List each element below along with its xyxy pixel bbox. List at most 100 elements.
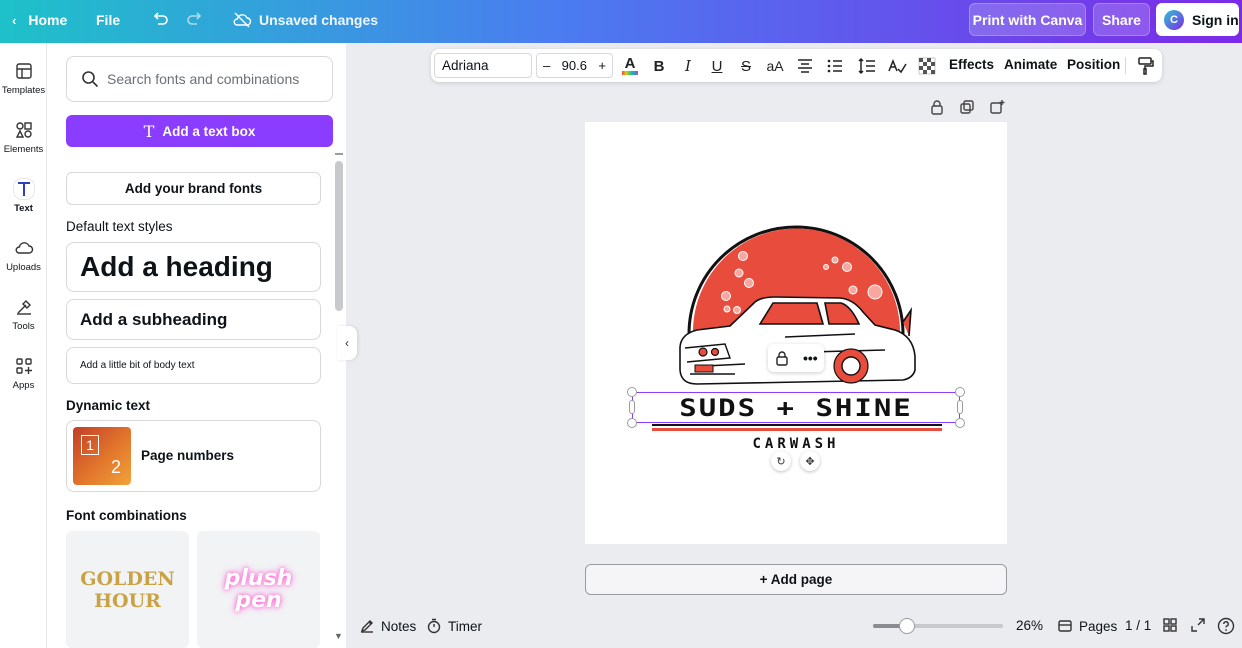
file-menu-button[interactable]: File — [96, 12, 120, 28]
font-size-decrease[interactable]: – — [543, 58, 550, 73]
page-numbers-thumbnail: 1 2 — [73, 427, 131, 485]
combo-text: plush — [224, 565, 293, 591]
notes-button[interactable]: Notes — [359, 618, 416, 634]
spacing-icon[interactable] — [857, 56, 877, 76]
zoom-level[interactable]: 26% — [1016, 618, 1043, 633]
letter-case-icon[interactable]: aA — [765, 56, 785, 76]
rotate-icon[interactable]: ↻ — [771, 451, 791, 471]
resize-handle-right[interactable] — [957, 400, 963, 414]
grid-view-button[interactable] — [1162, 617, 1184, 633]
apps-icon — [15, 358, 32, 374]
font-combinations-heading: Font combinations — [66, 508, 187, 523]
scroll-down-icon[interactable]: ▼ — [334, 631, 343, 641]
design-page[interactable] — [585, 122, 1007, 544]
pages-icon — [1058, 620, 1072, 632]
animate-button[interactable]: Animate — [1004, 57, 1057, 72]
file-label: File — [96, 12, 121, 28]
floating-element-menu: ••• — [768, 344, 824, 372]
rail-label: Apps — [12, 380, 35, 391]
add-subheading-button[interactable]: Add a subheading — [66, 299, 321, 340]
text-effects-icon[interactable] — [887, 56, 907, 76]
timer-button[interactable]: Timer — [426, 618, 482, 634]
add-text-box-label: Add a text box — [162, 123, 256, 139]
underline-icon[interactable]: U — [707, 56, 727, 76]
dynamic-text-heading: Dynamic text — [66, 398, 151, 413]
rail-item-templates[interactable]: Templates — [0, 61, 47, 96]
font-size-increase[interactable]: + — [598, 58, 606, 73]
add-body-text-button[interactable]: Add a little bit of body text — [66, 347, 321, 384]
lock-icon[interactable] — [929, 99, 945, 115]
collapse-panel-button[interactable]: ‹ — [337, 326, 357, 360]
italic-icon[interactable]: I — [678, 56, 698, 76]
page-number-2-glyph: 2 — [111, 457, 122, 477]
notes-icon — [360, 620, 373, 633]
logo-underline-black — [652, 424, 942, 426]
resize-handle-top-left[interactable] — [627, 387, 637, 397]
logo-title-text[interactable]: SUDS + SHINE — [640, 394, 952, 422]
rail-item-apps[interactable]: Apps — [0, 356, 47, 391]
text-icon — [13, 179, 34, 199]
add-page-icon[interactable] — [989, 99, 1005, 115]
print-with-canva-button[interactable]: Print with Canva — [969, 3, 1086, 36]
zoom-slider[interactable] — [873, 618, 1003, 634]
rail-item-uploads[interactable]: Uploads — [0, 238, 47, 273]
bold-icon[interactable]: B — [649, 56, 669, 76]
help-button[interactable] — [1217, 617, 1241, 635]
add-text-box-button[interactable]: T Add a text box — [66, 115, 333, 147]
tools-icon — [16, 300, 31, 315]
strikethrough-icon[interactable]: S — [736, 56, 756, 76]
list-icon[interactable] — [825, 56, 845, 76]
page-numbers-label: Page numbers — [141, 448, 235, 463]
canva-logo-icon: C — [1164, 9, 1184, 30]
combo-text: pen — [235, 587, 282, 613]
position-button[interactable]: Position — [1067, 57, 1120, 72]
rail-label: Templates — [1, 85, 46, 96]
sign-in-button[interactable]: C Sign in — [1156, 3, 1239, 36]
combo-text: HOUR — [94, 589, 161, 612]
font-size-value[interactable]: 90.6 — [562, 58, 587, 73]
resize-handle-bottom-left[interactable] — [627, 418, 637, 428]
duplicate-icon[interactable] — [959, 99, 975, 115]
top-bar: ‹ Home File Unsaved changes Print with C… — [0, 0, 1242, 43]
page-actions — [929, 99, 1005, 115]
search-placeholder: Search fonts and combinations — [107, 71, 300, 87]
font-family-select[interactable]: Adriana — [434, 53, 532, 78]
panel-scrollbar[interactable] — [335, 161, 343, 311]
car-logo-graphic[interactable] — [585, 122, 1007, 544]
templates-icon — [15, 63, 32, 79]
add-page-button[interactable]: + Add page — [585, 564, 1007, 595]
resize-handle-top-right[interactable] — [955, 387, 965, 397]
zoom-slider-handle[interactable] — [899, 618, 915, 634]
undo-icon[interactable] — [150, 9, 170, 29]
move-icon[interactable]: ✥ — [800, 451, 820, 471]
redo-icon[interactable] — [185, 9, 205, 29]
add-brand-fonts-button[interactable]: Add your brand fonts — [66, 172, 321, 205]
copy-style-icon[interactable] — [1136, 56, 1156, 76]
resize-handle-left[interactable] — [629, 400, 635, 414]
chevron-left-icon: ‹ — [12, 12, 17, 28]
share-button[interactable]: Share — [1093, 3, 1150, 36]
home-button[interactable]: ‹ Home — [12, 12, 67, 28]
text-panel: Search fonts and combinations T Add a te… — [47, 43, 346, 648]
logo-underline-red — [652, 428, 942, 431]
rail-item-elements[interactable]: Elements — [0, 120, 47, 155]
text-color-icon[interactable]: A — [620, 56, 640, 76]
combo-plush-pen[interactable]: plush pen — [197, 531, 320, 648]
rail-item-tools[interactable]: Tools — [0, 297, 47, 332]
logo-subtitle-text[interactable]: CARWASH — [650, 436, 942, 452]
lock-icon[interactable] — [774, 350, 790, 366]
page-numbers-card[interactable]: 1 2 Page numbers — [66, 420, 321, 492]
fullscreen-button[interactable] — [1190, 617, 1212, 633]
rail-item-text[interactable]: Text — [0, 179, 47, 214]
transparency-icon[interactable] — [917, 56, 937, 76]
font-search-input[interactable]: Search fonts and combinations — [66, 56, 333, 102]
resize-handle-bottom-right[interactable] — [955, 418, 965, 428]
pages-button[interactable]: Pages — [1057, 618, 1117, 634]
combo-golden-hour[interactable]: GOLDEN HOUR — [66, 531, 189, 648]
more-options-icon[interactable]: ••• — [803, 350, 818, 366]
timer-label: Timer — [448, 618, 482, 634]
effects-button[interactable]: Effects — [949, 57, 994, 72]
add-heading-button[interactable]: Add a heading — [66, 242, 321, 292]
align-center-icon[interactable] — [795, 56, 815, 76]
home-label: Home — [28, 12, 68, 28]
